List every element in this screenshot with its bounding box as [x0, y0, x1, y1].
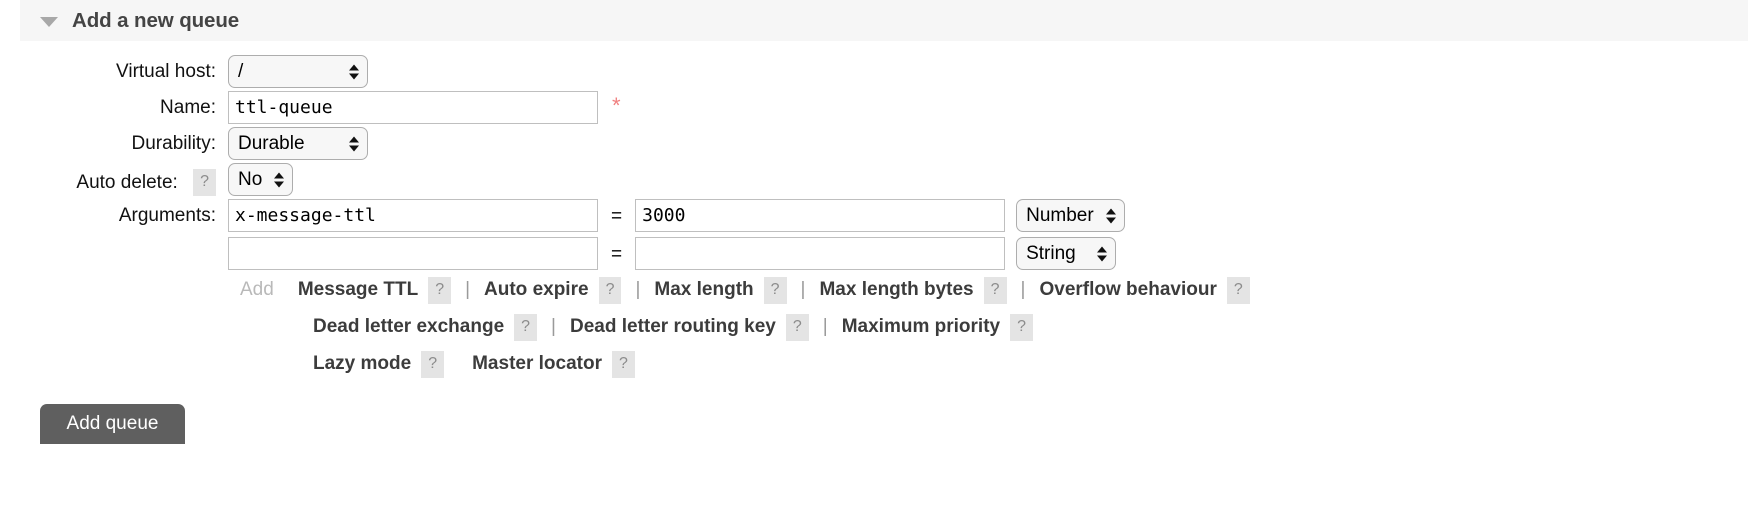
- argument-row: = Number: [228, 199, 1125, 232]
- auto-delete-field: No: [228, 163, 294, 196]
- preset-separator: |: [465, 279, 471, 300]
- preset-master-locator: Master locator ?: [472, 350, 635, 378]
- preset-link-overflow-behaviour[interactable]: Overflow behaviour: [1039, 279, 1216, 301]
- argument-value-input-1[interactable]: [635, 237, 1006, 270]
- durability-field: Durable: [228, 127, 368, 160]
- preset-link-dead-letter-exchange[interactable]: Dead letter exchange: [313, 316, 504, 338]
- argument-key-input-1[interactable]: [228, 237, 598, 270]
- virtual-host-label: Virtual host:: [116, 61, 216, 82]
- preset-max-length: Max length ?: [654, 276, 787, 304]
- help-icon-auto-delete[interactable]: ?: [193, 169, 216, 196]
- preset-lazy-mode: Lazy mode ?: [313, 350, 445, 378]
- queue-name-input[interactable]: [228, 91, 598, 124]
- preset-link-maximum-priority[interactable]: Maximum priority: [842, 316, 1000, 338]
- preset-dead-letter-routing-key: Dead letter routing key ?: [570, 313, 809, 341]
- preset-separator: |: [822, 316, 828, 337]
- preset-link-message-ttl[interactable]: Message TTL: [298, 279, 418, 301]
- argument-type-select-0[interactable]: Number: [1016, 199, 1125, 232]
- equals-sign: =: [611, 206, 623, 228]
- help-icon-max-length[interactable]: ?: [763, 276, 787, 304]
- add-queue-button[interactable]: Add queue: [40, 404, 185, 444]
- preset-line-3: Lazy mode ? Master locator ?: [240, 349, 1264, 379]
- preset-link-lazy-mode[interactable]: Lazy mode: [313, 353, 411, 375]
- help-icon-auto-expire[interactable]: ?: [598, 276, 622, 304]
- help-icon-dead-letter-exchange[interactable]: ?: [514, 313, 538, 341]
- preset-line-2: Dead letter exchange ? | Dead letter rou…: [240, 312, 1264, 342]
- required-asterisk: *: [612, 93, 621, 118]
- argument-key-input-0[interactable]: [228, 199, 598, 232]
- name-label: Name:: [160, 97, 216, 118]
- preset-line-1: Add Message TTL ? | Auto expire ? | Max …: [240, 275, 1264, 305]
- help-icon-lazy-mode[interactable]: ?: [421, 350, 445, 378]
- argument-rows: = Number = S: [228, 199, 1125, 270]
- preset-link-dead-letter-routing-key[interactable]: Dead letter routing key: [570, 316, 776, 338]
- equals-sign: =: [611, 244, 623, 266]
- preset-dead-letter-exchange: Dead letter exchange ?: [313, 313, 538, 341]
- argument-type-select-1[interactable]: String: [1016, 237, 1117, 270]
- preset-separator: |: [635, 279, 641, 300]
- triangle-down-icon[interactable]: [40, 16, 58, 27]
- preset-maximum-priority: Maximum priority ?: [842, 313, 1033, 341]
- preset-link-master-locator[interactable]: Master locator: [472, 353, 602, 375]
- form-row-durability: Durability: Durable: [20, 127, 1748, 160]
- auto-delete-select-wrap: No: [228, 163, 294, 196]
- arguments-field: = Number = S: [228, 199, 1264, 386]
- form-row-arguments: Arguments: = Number: [20, 199, 1748, 386]
- form-row-auto-delete: Auto delete: ? No: [20, 163, 1748, 196]
- preset-link-max-length[interactable]: Max length: [654, 279, 753, 301]
- help-icon-overflow-behaviour[interactable]: ?: [1226, 276, 1250, 304]
- form-row-name: Name: *: [20, 91, 1748, 124]
- preset-overflow-behaviour: Overflow behaviour ?: [1039, 276, 1250, 304]
- argument-type-select-wrap-0: Number: [1016, 199, 1125, 232]
- help-icon-dead-letter-routing-key[interactable]: ?: [785, 313, 809, 341]
- durability-label: Durability:: [131, 133, 216, 154]
- submit-area: Add queue: [40, 404, 1748, 444]
- argument-row: = String: [228, 237, 1125, 270]
- argument-type-select-wrap-1: String: [1016, 237, 1117, 270]
- preset-auto-expire: Auto expire ?: [484, 276, 622, 304]
- preset-separator: |: [551, 316, 556, 337]
- preset-message-ttl: Message TTL ?: [298, 276, 452, 304]
- name-field: *: [228, 91, 621, 124]
- preset-link-auto-expire[interactable]: Auto expire: [484, 279, 589, 301]
- help-icon-master-locator[interactable]: ?: [611, 350, 635, 378]
- help-icon-maximum-priority[interactable]: ?: [1010, 313, 1033, 341]
- add-new-queue-section: Add a new queue Virtual host: / Name: tt…: [20, 0, 1748, 444]
- auto-delete-select[interactable]: No: [228, 163, 294, 196]
- virtual-host-select-wrap: /: [228, 55, 368, 88]
- preset-separator: |: [800, 279, 806, 300]
- preset-separator: |: [1020, 279, 1026, 300]
- add-label: Add: [240, 279, 274, 300]
- auto-delete-label: Auto delete: ?: [20, 163, 216, 196]
- help-icon-max-length-bytes[interactable]: ?: [983, 276, 1007, 304]
- virtual-host-select[interactable]: /: [228, 55, 368, 88]
- page-title: Add a new queue: [72, 8, 240, 32]
- form-row-virtual-host: Virtual host: /: [20, 55, 1748, 88]
- help-icon-message-ttl[interactable]: ?: [428, 276, 452, 304]
- arguments-label: Arguments:: [118, 205, 216, 226]
- preset-link-max-length-bytes[interactable]: Max length bytes: [819, 279, 973, 301]
- queue-form: Virtual host: / Name: *: [20, 41, 1748, 444]
- durability-select[interactable]: Durable: [228, 127, 368, 160]
- argument-presets: Add Message TTL ? | Auto expire ? | Max …: [240, 275, 1264, 386]
- section-header[interactable]: Add a new queue: [20, 0, 1748, 41]
- argument-value-input-0[interactable]: [635, 199, 1006, 232]
- durability-select-wrap: Durable: [228, 127, 368, 160]
- virtual-host-field: /: [228, 55, 368, 88]
- preset-max-length-bytes: Max length bytes ?: [819, 276, 1007, 304]
